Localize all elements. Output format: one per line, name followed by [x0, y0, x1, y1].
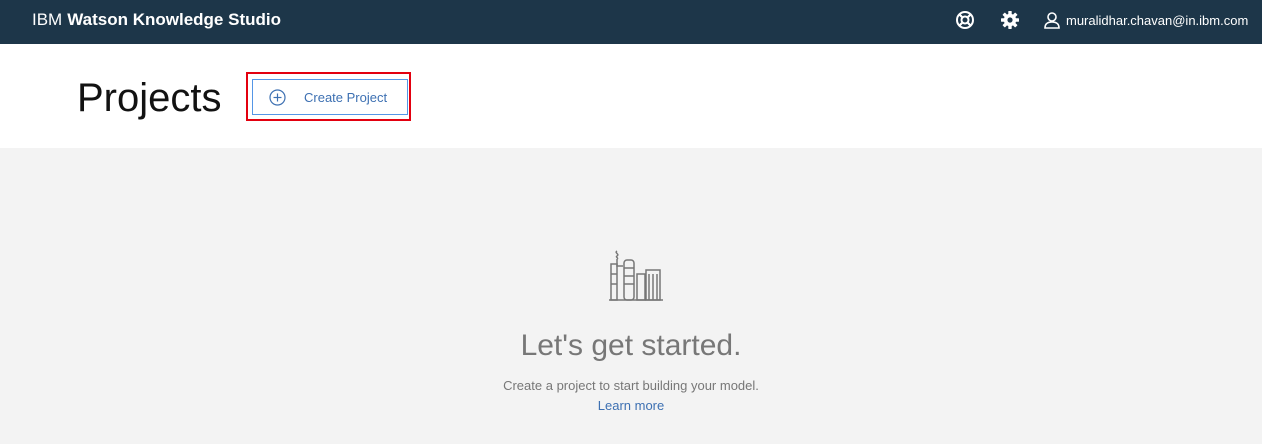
create-project-button[interactable]: Create Project [252, 79, 408, 115]
learn-more-link[interactable]: Learn more [598, 398, 664, 413]
brand-prefix: IBM [32, 10, 63, 29]
empty-state-title: Let's get started. [520, 329, 742, 362]
learn-more-container: Learn more [0, 398, 1262, 414]
empty-state-panel: Let's get started. Create a project to s… [0, 148, 1262, 444]
page-header: Projects Create Project [0, 44, 1262, 148]
create-project-label: Create Project [304, 89, 388, 105]
add-circle-icon [269, 88, 286, 106]
user-menu[interactable]: muralidhar.chavan@in.ibm.com [1043, 10, 1248, 30]
factory-icon [607, 246, 665, 304]
gear-icon[interactable] [1000, 10, 1020, 30]
lifebuoy-icon[interactable] [955, 10, 975, 30]
app-brand[interactable]: IBM Watson Knowledge Studio [32, 10, 281, 30]
page-title: Projects [77, 76, 222, 120]
top-navigation-bar: IBM Watson Knowledge Studio muralidhar.c… [0, 0, 1262, 44]
user-email: muralidhar.chavan@in.ibm.com [1066, 12, 1249, 28]
user-icon [1044, 12, 1060, 29]
brand-name: Watson Knowledge Studio [67, 10, 281, 29]
empty-state-description: Create a project to start building your … [503, 378, 759, 393]
